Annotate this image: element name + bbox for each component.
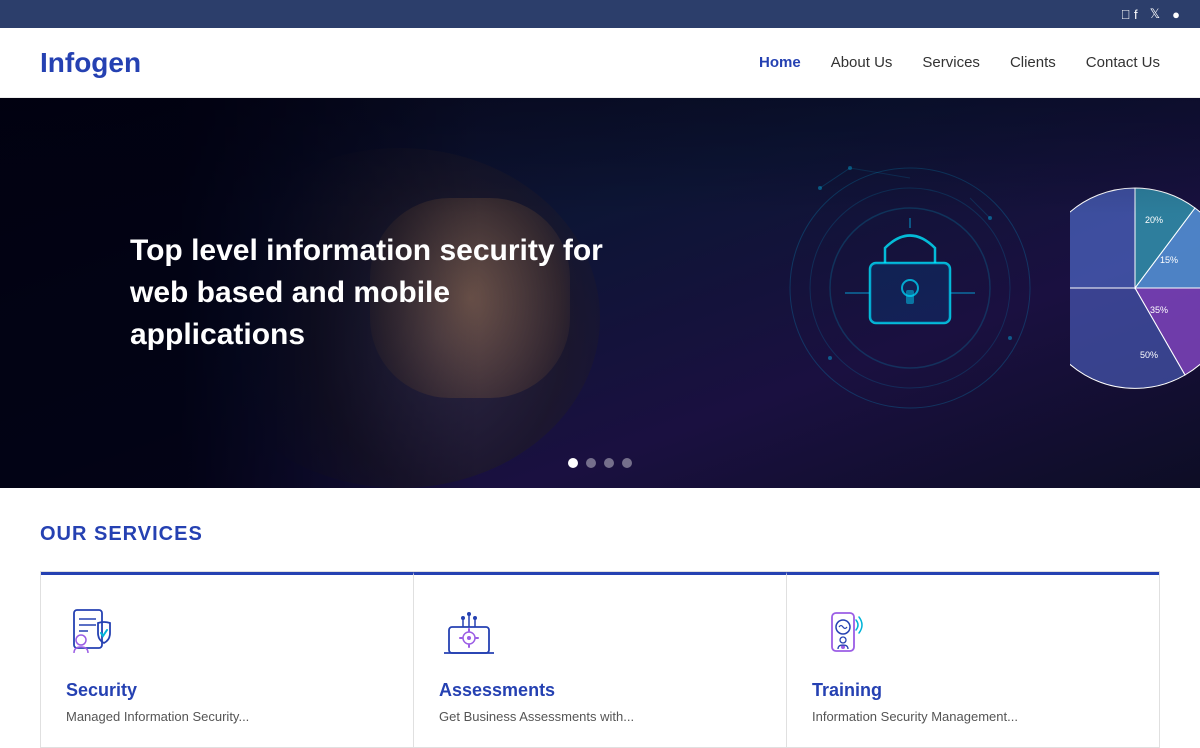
hero-carousel-dots (568, 458, 632, 468)
hero-text: Top level information security for web b… (130, 230, 630, 356)
training-icon-svg (812, 605, 872, 665)
service-card-assessments: Assessments Get Business Assessments wit… (414, 572, 787, 747)
service-name-assessments: Assessments (439, 680, 761, 701)
service-name-training: Training (812, 680, 1134, 701)
nav-about[interactable]: About Us (831, 54, 893, 71)
instagram-icon[interactable]: ● (1172, 7, 1180, 22)
hero-dot-3[interactable] (604, 458, 614, 468)
hero-dot-4[interactable] (622, 458, 632, 468)
hero-dot-1[interactable] (568, 458, 578, 468)
services-section: OUR SERVICES Security (0, 488, 1200, 748)
service-name-security: Security (66, 680, 388, 701)
service-card-training: Training Information Security Management… (787, 572, 1159, 747)
assessments-icon (439, 605, 499, 665)
service-desc-assessments: Get Business Assessments with... (439, 707, 761, 727)
hero-headline: Top level information security for web b… (130, 230, 630, 356)
assessments-icon-svg (439, 605, 499, 665)
top-bar:  f 𝕏 ● (0, 0, 1200, 28)
service-desc-training: Information Security Management... (812, 707, 1134, 727)
services-grid: Security Managed Information Security... (40, 571, 1160, 748)
security-icon (66, 605, 126, 665)
services-title: OUR SERVICES (40, 523, 1160, 546)
security-icon-svg (66, 605, 126, 665)
facebook-icon[interactable]:  f (1121, 7, 1138, 22)
service-desc-security: Managed Information Security... (66, 707, 388, 727)
service-card-security: Security Managed Information Security... (41, 572, 414, 747)
nav-services[interactable]: Services (922, 54, 980, 71)
nav-clients[interactable]: Clients (1010, 54, 1056, 71)
training-icon (812, 605, 872, 665)
main-nav: Home About Us Services Clients Contact U… (759, 54, 1160, 71)
logo[interactable]: Infogen (40, 47, 141, 79)
twitter-icon[interactable]: 𝕏 (1150, 6, 1160, 22)
nav-contact[interactable]: Contact Us (1086, 54, 1160, 71)
hero-dot-2[interactable] (586, 458, 596, 468)
nav-home[interactable]: Home (759, 54, 801, 71)
hero-section: 20% 15% 35% 50% Top level information se… (0, 98, 1200, 488)
header: Infogen Home About Us Services Clients C… (0, 28, 1200, 98)
